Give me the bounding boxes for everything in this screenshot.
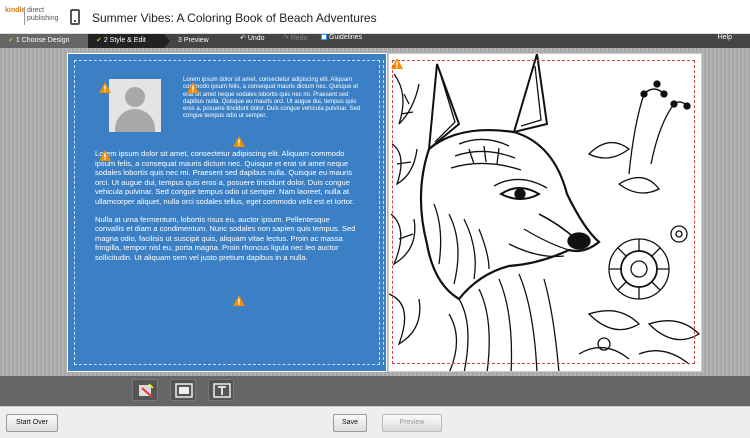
start-over-button[interactable]: Start Over [6, 414, 58, 432]
step-choose-design[interactable]: ✔ 1 Choose Design [0, 34, 88, 48]
guidelines-toggle[interactable]: Guidelines [321, 34, 362, 41]
warning-icon[interactable] [233, 295, 245, 306]
guidelines-checkbox[interactable] [321, 34, 327, 41]
redo-button[interactable]: ↷ Redo [283, 34, 308, 42]
preview-button[interactable]: Preview [382, 414, 442, 432]
spine-guide [383, 60, 384, 365]
warning-icon[interactable] [391, 58, 403, 69]
text-button[interactable] [208, 379, 234, 401]
book-title: Summer Vibes: A Coloring Book of Beach A… [92, 11, 377, 25]
warning-icon[interactable] [233, 136, 245, 147]
warning-icon[interactable] [99, 82, 111, 93]
book-description[interactable]: Lorem ipsum dolor sit amet, consectetur … [95, 149, 359, 271]
device-icon[interactable] [70, 9, 80, 25]
step-preview[interactable]: 3 Preview [164, 34, 224, 48]
check-icon: ✔ [96, 37, 102, 44]
footer-bar: Start Over Save Preview [0, 406, 750, 438]
app-header: kindle direct publishing Summer Vibes: A… [0, 0, 750, 34]
edit-image-button[interactable] [132, 379, 158, 401]
undo-button[interactable]: ↶ Undo [240, 34, 265, 42]
check-icon: ✔ [8, 37, 14, 44]
logo-divider [24, 7, 25, 25]
author-photo-placeholder[interactable] [109, 79, 161, 132]
edit-toolbar [0, 376, 750, 406]
trim-guide [392, 60, 695, 364]
back-cover[interactable]: Lorem ipsum dolor sit amet, consectetur … [67, 53, 387, 372]
steps-bar: ✔ 1 Choose Design ✔ 2 Style & Edit 3 Pre… [0, 34, 750, 48]
step-style-edit[interactable]: ✔ 2 Style & Edit [88, 34, 164, 48]
save-button[interactable]: Save [333, 414, 367, 432]
warning-icon[interactable] [99, 150, 111, 161]
front-cover[interactable] [388, 53, 702, 372]
redo-icon: ↷ [283, 35, 289, 42]
frame-icon [175, 383, 193, 398]
background-button[interactable] [170, 379, 196, 401]
description-paragraph: Lorem ipsum dolor sit amet, consectetur … [95, 149, 355, 206]
author-bio-text[interactable]: Lorem ipsum dolor sit amet, consectetur … [183, 77, 365, 121]
warning-icon[interactable] [187, 82, 199, 93]
description-paragraph: Nulla at urna fermentum, lobortis risus … [95, 214, 356, 262]
magic-wand-icon [139, 383, 154, 398]
undo-icon: ↶ [240, 35, 246, 42]
help-link[interactable]: Help [718, 34, 732, 41]
text-icon [213, 383, 231, 398]
kdp-logo: kindle direct publishing [5, 7, 59, 27]
